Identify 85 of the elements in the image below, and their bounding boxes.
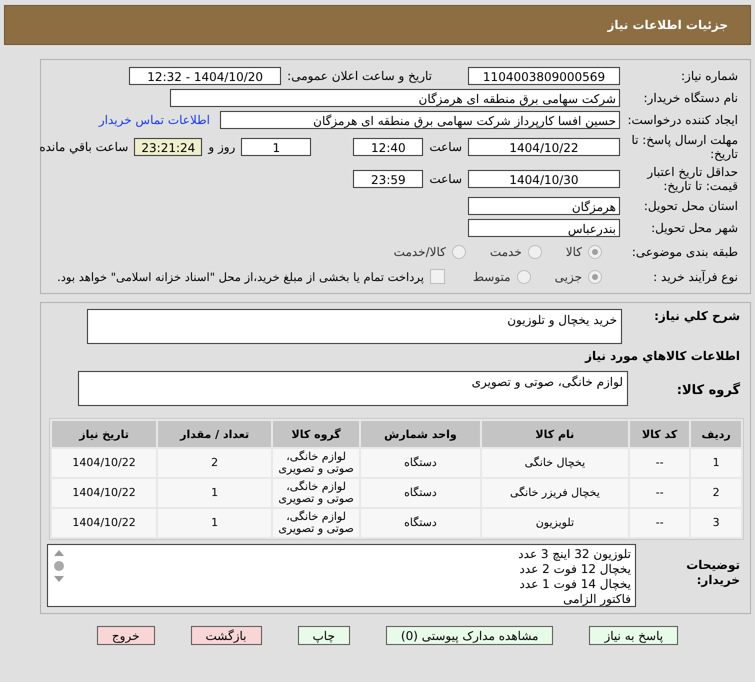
- table-cell: --: [630, 479, 690, 507]
- notes-text-area[interactable]: تلوزیون 32 اینچ 3 عدد یخچال 12 فوت 2 عدد یخچال 14 فوت 1 عدد فاکتور الزامی: [47, 544, 636, 607]
- city-field: بندرعباس: [468, 219, 620, 237]
- action-button[interactable]: بازگشت: [190, 626, 262, 645]
- column-header: تاریخ نیاز: [52, 421, 156, 447]
- field-label: ساعت باقي مانده: [39, 140, 128, 154]
- table-cell: 2: [158, 449, 272, 477]
- need-number-field: 1104003809000569: [468, 67, 620, 85]
- radio-button[interactable]: [588, 270, 602, 284]
- field-label: شهر محل تحویل:: [650, 221, 738, 235]
- action-button[interactable]: چاپ: [298, 626, 350, 645]
- section-heading: اطلاعات کالاهاي مورد نياز: [584, 349, 740, 363]
- table-cell: تلویزیون: [482, 509, 628, 537]
- table-cell: 3: [691, 509, 741, 537]
- field-label: تاریخ و ساعت اعلان عمومی:: [287, 69, 432, 83]
- field-label: گروه کالا:: [676, 381, 740, 398]
- field-label: شماره نیاز:: [680, 69, 738, 83]
- date-field: 1404/10/22: [468, 138, 620, 156]
- radio-button[interactable]: [588, 244, 602, 258]
- radio-label: متوسط: [472, 270, 511, 284]
- radio-label: کالا/خدمت: [394, 244, 446, 258]
- table-cell: دستگاه: [361, 479, 480, 507]
- contact-link[interactable]: اطلاعات تماس خریدار: [98, 113, 210, 127]
- note-line: فاکتور الزامی: [562, 592, 631, 607]
- column-header: واحد شمارش: [361, 421, 480, 447]
- payment-note: پرداخت تمام یا بخشی از مبلغ خرید،از محل "اسناد خزانه اسلامی" خواهد بود.: [57, 270, 424, 284]
- field-label: ساعت: [429, 172, 462, 186]
- page-title: جزئیات اطلاعات نیاز: [607, 18, 728, 32]
- table-cell: --: [630, 449, 690, 477]
- goods-group-text-area[interactable]: لوازم خانگی، صوتی و تصویری: [78, 371, 628, 406]
- table-cell: لوازم خانگی، صوتی و تصویری: [273, 479, 360, 507]
- radio-label: جزیی: [554, 270, 582, 284]
- remaining-time-field: 23:21:24: [134, 138, 202, 156]
- date-field: 1404/10/30: [468, 170, 620, 188]
- column-header: تعداد / مقدار: [158, 421, 272, 447]
- radio-button[interactable]: [516, 270, 531, 284]
- table-cell: یخچال خانگی: [482, 449, 628, 477]
- radio-label: خدمت: [490, 244, 522, 258]
- table-cell: --: [630, 509, 690, 537]
- table-cell: 1404/10/22: [52, 509, 156, 537]
- note-line: یخچال 14 فوت 1 عدد: [518, 577, 631, 592]
- field-label: استان محل تحویل:: [642, 199, 738, 213]
- field-label: ساعت: [429, 140, 462, 154]
- field-label: نوع فرآیند خرید :: [652, 270, 738, 284]
- table-cell: دستگاه: [361, 449, 480, 477]
- creator-field: حسین افسا کارپرداز شرکت سهامی برق منطقه ای هرمزگان: [220, 111, 620, 129]
- action-button[interactable]: مشاهده مدارک پیوستی (0): [386, 626, 554, 645]
- scrollbar-icon: [54, 550, 64, 582]
- field-label: روز و: [208, 140, 236, 154]
- time-field: 23:59: [353, 170, 424, 188]
- time-field: 12:40: [353, 138, 424, 156]
- field-label: حداقل تاریخ اعتبار قیمت: تا تاریخ:: [646, 165, 738, 193]
- days-field: 1: [241, 138, 312, 156]
- field-label: توضیحات خریدار:: [685, 557, 740, 588]
- table-cell: 2: [691, 479, 741, 507]
- checkbox[interactable]: [430, 269, 445, 284]
- table-cell: لوازم خانگی، صوتی و تصویری: [273, 509, 360, 537]
- column-header: رديف: [691, 421, 741, 447]
- radio-label: کالا: [566, 244, 582, 258]
- table-cell: یخچال فریزر خانگی: [482, 479, 628, 507]
- field-label: شرح کلي نياز:: [653, 309, 740, 323]
- table-cell: لوازم خانگی، صوتی و تصویری: [273, 449, 360, 477]
- column-header: کد کالا: [630, 421, 690, 447]
- action-button[interactable]: خروج: [96, 626, 154, 645]
- column-header: نام کالا: [482, 421, 628, 447]
- field-label: ایجاد کننده درخواست:: [626, 113, 738, 127]
- table-cell: دستگاه: [361, 509, 480, 537]
- table-cell: 1404/10/22: [52, 449, 156, 477]
- table-cell: 1: [158, 479, 272, 507]
- province-field: هرمزگان: [468, 197, 620, 215]
- radio-button[interactable]: [528, 244, 542, 258]
- announce-date-field: 1404/10/20 - 12:32: [129, 67, 282, 85]
- field-label: مهلت ارسال پاسخ: تا تاریخ:: [630, 133, 738, 161]
- field-label: طبقه بندی موضوعی:: [630, 244, 738, 258]
- radio-button[interactable]: [452, 244, 466, 258]
- note-line: یخچال 12 فوت 2 عدد: [518, 562, 631, 577]
- column-header: گروه کالا: [273, 421, 360, 447]
- field-label: نام دستگاه خریدار:: [642, 91, 738, 105]
- action-button[interactable]: پاسخ به نیاز: [589, 626, 678, 645]
- table-cell: 1: [691, 449, 741, 477]
- table-cell: 1: [158, 509, 272, 537]
- summary-text-area[interactable]: خرید یخچال و تلوزیون: [87, 309, 622, 344]
- table-cell: 1404/10/22: [52, 479, 156, 507]
- buyer-field: شرکت سهامی برق منطقه ای هرمزگان: [170, 89, 620, 107]
- note-line: تلوزیون 32 اینچ 3 عدد: [517, 547, 631, 562]
